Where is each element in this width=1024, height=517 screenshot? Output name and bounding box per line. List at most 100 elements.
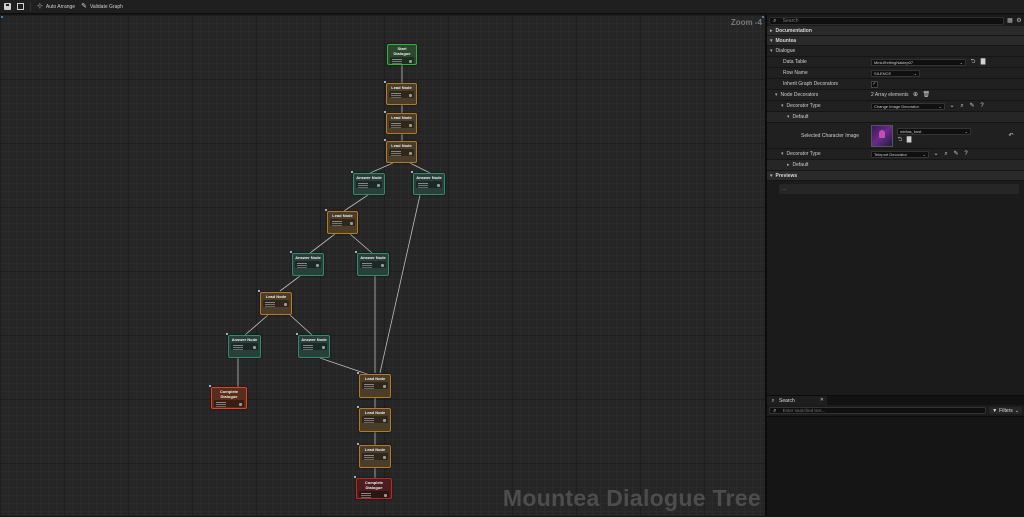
image-actions: ⮌ ▇	[897, 137, 971, 143]
decorator-type2-combo[interactable]: Teleport Decorator ⌄	[871, 150, 929, 158]
character-image-thumbnail[interactable]	[871, 124, 893, 147]
node-body	[359, 491, 389, 498]
edit-icon[interactable]: ✎	[969, 103, 975, 109]
reset-icon[interactable]: ↶	[1008, 133, 1014, 139]
lead-node[interactable]: Lead Node	[384, 81, 417, 105]
search-input-box[interactable]: ⌕	[769, 407, 987, 414]
start-dialogue-node[interactable]: Start Dialogue	[387, 44, 417, 65]
decorator-type2-value: Teleport Decorator ⌄ ⌄ ⌕ ✎ ?	[871, 150, 969, 158]
selected-character-image-row: Selected Character Image mirlias_bust ⌄ ⮌…	[767, 123, 1024, 149]
decorator-type-combo[interactable]: Change Image Decorator ⌄	[871, 102, 945, 110]
search-input[interactable]	[780, 407, 986, 414]
inherit-graph-decorators-row: Inherit Graph Decorators ✓	[767, 79, 1024, 90]
category-previews[interactable]: ▾ Previews	[767, 171, 1024, 181]
subcategory-dialogue[interactable]: ▾ Dialogue	[767, 46, 1024, 57]
node-title: Lead Node	[364, 410, 386, 415]
decorator-type-value: Change Image Decorator ⌄ ⌄ ⌕ ✎ ?	[871, 102, 985, 110]
lead-node[interactable]: Lead Node	[357, 443, 391, 468]
filters-button[interactable]: ▼ Filters ⌄	[989, 407, 1022, 414]
complete-dialogue-node[interactable]: Complete Dialogue	[354, 476, 392, 499]
node-index-dot	[411, 171, 413, 173]
node-index-dot	[384, 139, 386, 141]
row-name-combo[interactable]: SILENCE ⌄	[871, 69, 920, 77]
trash-icon[interactable]: 🗑	[923, 92, 931, 98]
table-view-icon[interactable]: ▦	[1007, 18, 1013, 24]
lead-node[interactable]: Lead Node	[357, 406, 391, 432]
node-title: Answer Node	[301, 337, 327, 342]
chevron-down-icon[interactable]: ⌄	[933, 151, 939, 157]
chevron-down-icon: ▾	[787, 114, 790, 120]
add-element-icon[interactable]: ⊕	[913, 92, 919, 98]
chevron-down-icon[interactable]: ⌄	[949, 103, 955, 109]
default-category-row[interactable]: ▾ Default	[767, 112, 1024, 123]
image-combo[interactable]: mirlias_bust ⌄	[897, 128, 971, 135]
tab-search[interactable]: ⌕ Search ✕	[767, 396, 827, 405]
node-body	[295, 261, 321, 268]
close-icon[interactable]: ✕	[820, 397, 824, 403]
node-index-dot	[355, 251, 357, 253]
node-title: Answer Node	[356, 175, 382, 180]
auto-arrange-button[interactable]: ⊹ Auto Arrange	[37, 3, 75, 10]
data-table-combo-text: MiniuRettingNakiep07	[874, 59, 914, 65]
inherit-checkbox[interactable]: ✓	[871, 80, 878, 88]
data-table-value: MiniuRettingNakiep07 ⌄ ⮌ ▇	[871, 58, 986, 66]
node-pin-icon	[253, 346, 256, 349]
default2-category-row[interactable]: ▸ Default	[767, 160, 1024, 171]
chevron-down-icon: ⌄	[1014, 407, 1019, 414]
answer-node[interactable]: Answer Node	[411, 171, 445, 195]
use-selected-icon[interactable]: ⮌	[897, 137, 903, 143]
node-title: Lead Node	[332, 213, 353, 218]
help-icon[interactable]: ?	[979, 103, 985, 109]
node-pin-icon	[284, 303, 287, 306]
lead-node[interactable]: Lead Node	[357, 372, 391, 398]
node-index-dot	[384, 81, 386, 83]
browse-folder-icon[interactable]: ▇	[980, 59, 986, 65]
data-table-row: Data Table MiniuRettingNakiep07 ⌄ ⮌ ▇	[767, 57, 1024, 68]
search-icon[interactable]: ⌕	[943, 151, 949, 157]
edit-icon[interactable]: ✎	[953, 151, 959, 157]
validate-graph-button[interactable]: ✎ Validate Graph	[81, 3, 123, 10]
complete-dialogue-node[interactable]: Complete Dialogue	[209, 385, 247, 409]
use-selected-icon[interactable]: ⮌	[970, 59, 976, 65]
node-index-dot	[351, 171, 353, 173]
row-name-combo-text: SILENCE	[874, 70, 892, 76]
lead-node[interactable]: Lead Node	[325, 209, 358, 234]
gear-icon[interactable]: ⚙	[1016, 18, 1022, 24]
data-table-label: Data Table	[783, 59, 807, 65]
graph-watermark: Mountea Dialogue Tree	[502, 485, 761, 511]
answer-node[interactable]: Answer Node	[226, 333, 261, 358]
node-body	[263, 300, 289, 307]
row-name-row: Row Name SILENCE ⌄	[767, 68, 1024, 79]
lead-node[interactable]: Lead Node	[258, 290, 292, 315]
node-pin-icon	[437, 184, 440, 187]
node-index-dot	[290, 251, 292, 253]
category-mountea[interactable]: ▾ Mountea	[767, 36, 1024, 46]
inherit-label: Inherit Graph Decorators	[783, 81, 839, 87]
search-input-row: ⌕ ▼ Filters ⌄	[767, 405, 1024, 416]
search-icon[interactable]: ⌕	[959, 103, 965, 109]
browse-button[interactable]	[17, 3, 24, 10]
node-index-dot	[357, 406, 359, 408]
lead-node[interactable]: Lead Node	[384, 111, 417, 134]
row-name-value: SILENCE ⌄	[871, 69, 920, 77]
node-pin-icon	[409, 152, 412, 155]
node-index-dot	[325, 209, 327, 211]
browse-folder-icon[interactable]: ▇	[906, 137, 912, 143]
answer-node[interactable]: Answer Node	[290, 251, 324, 276]
details-search-box[interactable]: ⌕	[769, 16, 1004, 25]
details-search-input[interactable]	[780, 16, 1003, 25]
save-button[interactable]	[4, 3, 11, 10]
data-table-combo[interactable]: MiniuRettingNakiep07 ⌄	[871, 58, 966, 66]
selected-image-value: mirlias_bust ⌄ ⮌ ▇	[871, 124, 971, 147]
decorator-type2-label: ▾ Decorator Type	[781, 151, 821, 157]
help-icon[interactable]: ?	[963, 151, 969, 157]
answer-node[interactable]: Answer Node	[296, 333, 330, 358]
answer-node[interactable]: Answer Node	[355, 251, 389, 276]
preview-box[interactable]: ...	[779, 184, 1019, 194]
browse-icon	[17, 3, 24, 10]
node-body	[362, 382, 388, 389]
answer-node[interactable]: Answer Node	[351, 171, 385, 195]
graph-canvas[interactable]: Zoom -4 Start Dialogue Lead Node Lead No…	[0, 15, 765, 516]
lead-node[interactable]: Lead Node	[384, 139, 417, 163]
category-documentation[interactable]: ▸ Documentation	[767, 26, 1024, 36]
